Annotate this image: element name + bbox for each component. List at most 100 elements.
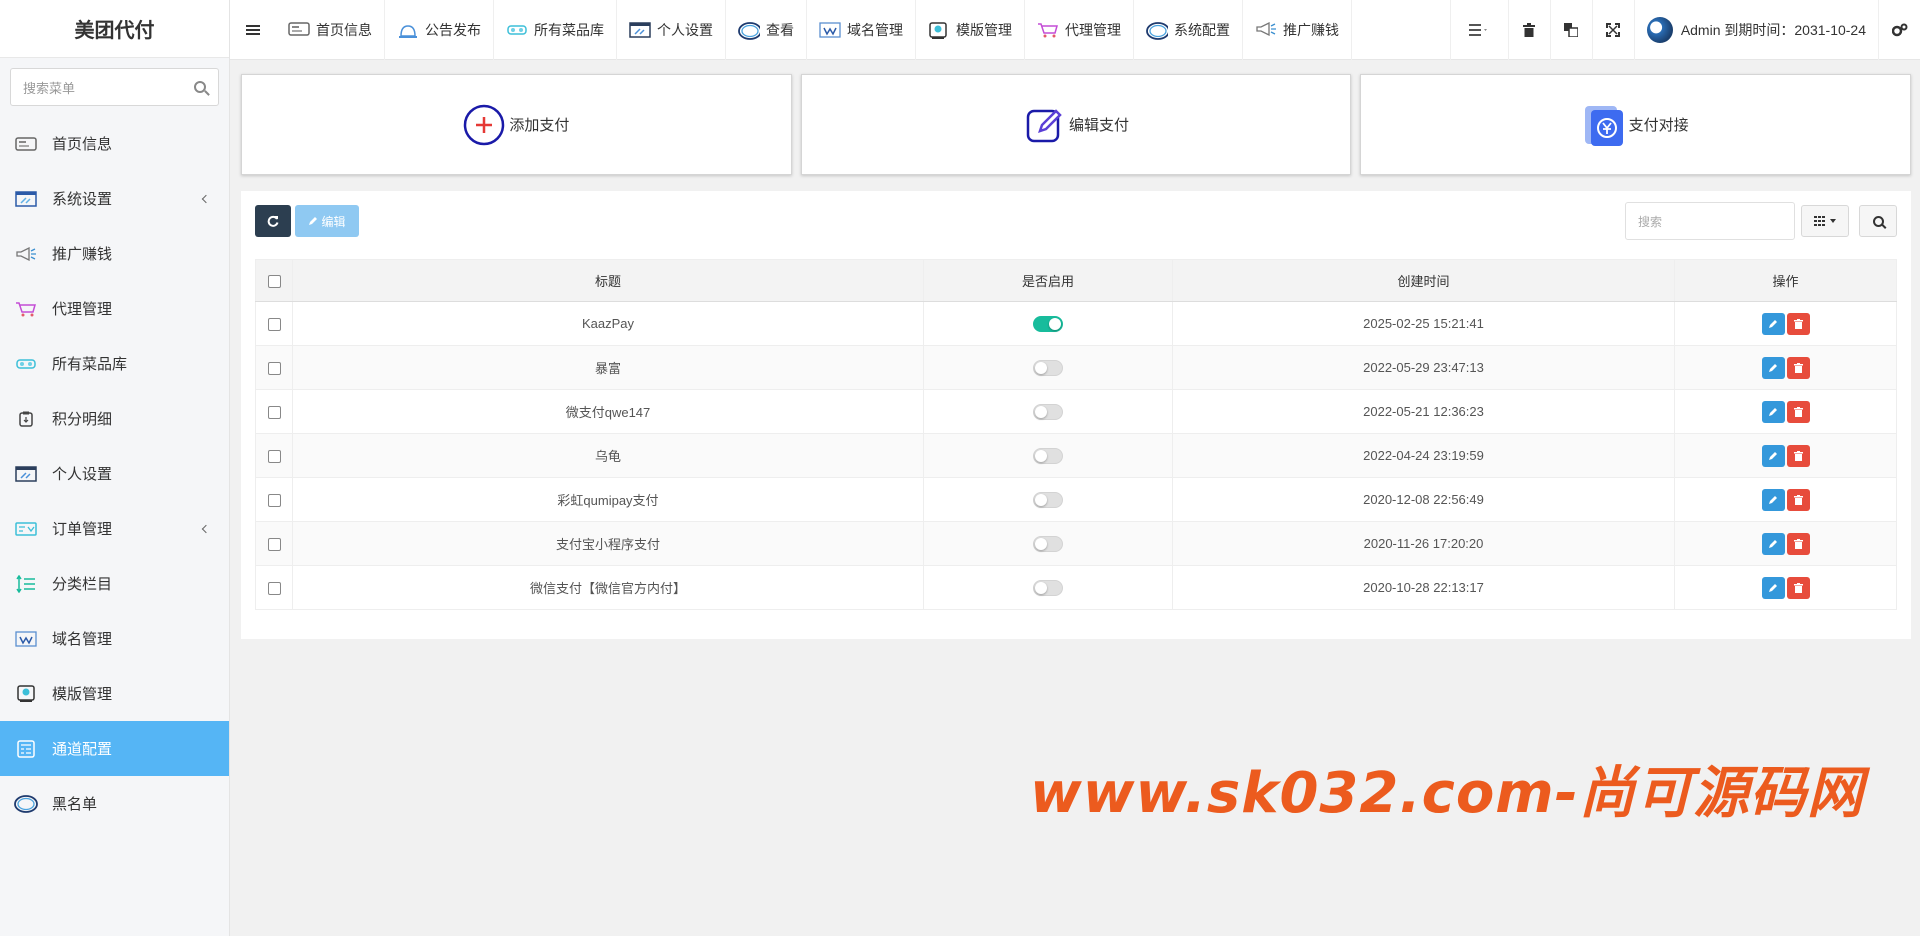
sidebar-search-input[interactable]: 搜索菜单 — [10, 68, 219, 106]
advanced-search-button[interactable] — [1859, 205, 1897, 237]
enabled-toggle[interactable] — [1033, 579, 1063, 596]
sidebar-item-9[interactable]: 域名管理 — [0, 611, 229, 666]
sort-lines-icon — [14, 574, 38, 593]
row-delete-button[interactable] — [1786, 400, 1810, 423]
sidebar-item-2[interactable]: 推广赚钱 — [0, 226, 229, 281]
row-edit-button[interactable] — [1761, 576, 1785, 599]
table-toolbar: 编辑 搜索 — [255, 202, 1897, 240]
sidebar-item-10[interactable]: 模版管理 — [0, 666, 229, 721]
menu-toggle-button[interactable] — [230, 0, 276, 60]
top-nav-item-8[interactable]: 系统配置 — [1134, 0, 1243, 60]
user-menu[interactable]: Admin 到期时间：2031-10-24 — [1633, 0, 1878, 60]
row-checkbox[interactable] — [267, 538, 281, 552]
column-header-enabled[interactable]: 是否启用 — [923, 259, 1173, 302]
row-select-cell — [255, 389, 293, 434]
row-created: 2020-12-08 22:56:49 — [1172, 477, 1675, 522]
top-nav-item-9[interactable]: 推广赚钱 — [1243, 0, 1352, 60]
row-enabled-cell — [923, 433, 1173, 478]
sidebar-item-4[interactable]: 所有菜品库 — [0, 336, 229, 391]
table-row[interactable]: 乌龟 2022-04-24 23:19:59 — [255, 433, 1897, 478]
top-nav-item-3[interactable]: 个人设置 — [617, 0, 726, 60]
row-checkbox[interactable] — [267, 406, 281, 420]
sidebar-item-11[interactable]: 通道配置 — [0, 721, 229, 776]
table-search-input[interactable]: 搜索 — [1625, 202, 1795, 240]
sidebar-item-label: 首页信息 — [52, 136, 113, 153]
column-header-title[interactable]: 标题 — [292, 259, 924, 302]
payment-integration-card[interactable]: 支付对接 — [1360, 74, 1912, 175]
row-delete-button[interactable] — [1786, 312, 1810, 335]
bell-icon — [397, 22, 419, 38]
row-edit-button[interactable] — [1761, 488, 1785, 511]
table-row[interactable]: KaazPay 2025-02-25 15:21:41 — [255, 301, 1897, 346]
top-nav-item-7[interactable]: 代理管理 — [1025, 0, 1134, 60]
row-checkbox[interactable] — [267, 494, 281, 508]
translate-button[interactable] — [1549, 0, 1592, 60]
megaphone-icon — [1255, 21, 1277, 38]
table-row[interactable]: 微支付qwe147 2022-05-21 12:36:23 — [255, 389, 1897, 434]
row-title: 微信支付【微信官方内付】 — [292, 565, 924, 610]
edit-button[interactable]: 编辑 — [295, 205, 359, 237]
sidebar-item-7[interactable]: 订单管理 — [0, 501, 229, 556]
sidebar-item-6[interactable]: 个人设置 — [0, 446, 229, 501]
column-header-created[interactable]: 创建时间 — [1172, 259, 1675, 302]
row-actions — [1674, 389, 1897, 434]
sidebar-item-3[interactable]: 代理管理 — [0, 281, 229, 336]
row-created: 2022-04-24 23:19:59 — [1172, 433, 1675, 478]
chevron-down-icon — [1830, 219, 1836, 223]
row-edit-button[interactable] — [1761, 312, 1785, 335]
row-edit-button[interactable] — [1761, 444, 1785, 467]
clear-cache-button[interactable] — [1507, 0, 1550, 60]
row-edit-button[interactable] — [1761, 400, 1785, 423]
row-delete-button[interactable] — [1786, 488, 1810, 511]
dishes-icon — [506, 22, 528, 38]
row-delete-button[interactable] — [1786, 356, 1810, 379]
select-all-checkbox[interactable] — [267, 275, 281, 289]
table-row[interactable]: 支付宝小程序支付 2020-11-26 17:20:20 — [255, 521, 1897, 566]
edit-payment-card[interactable]: 编辑支付 — [800, 74, 1352, 175]
sidebar-menu: 首页信息系统设置 推广赚钱 代理管理 所有菜品库 积分明细 个人设置 订单管理 分类栏目 域名管… — [0, 116, 229, 831]
top-nav-item-5[interactable]: 域名管理 — [807, 0, 916, 60]
top-nav-item-0[interactable]: 首页信息 — [276, 0, 385, 60]
row-created: 2022-05-21 12:36:23 — [1172, 389, 1675, 434]
settings-button[interactable] — [1878, 0, 1920, 60]
row-checkbox[interactable] — [267, 582, 281, 596]
sidebar-item-12[interactable]: 黑名单 — [0, 776, 229, 831]
row-enabled-cell — [923, 565, 1173, 610]
enabled-toggle[interactable] — [1033, 447, 1063, 464]
sidebar-item-8[interactable]: 分类栏目 — [0, 556, 229, 611]
enabled-toggle[interactable] — [1033, 403, 1063, 420]
row-checkbox[interactable] — [267, 450, 281, 464]
sidebar-item-1[interactable]: 系统设置 — [0, 171, 229, 226]
pencil-icon — [1769, 583, 1777, 592]
sidebar-item-5[interactable]: 积分明细 — [0, 391, 229, 446]
top-nav-item-2[interactable]: 所有菜品库 — [494, 0, 617, 60]
sidebar-item-0[interactable]: 首页信息 — [0, 116, 229, 171]
more-nav-dropdown-button[interactable] — [1449, 0, 1508, 60]
table-row[interactable]: 暴富 2022-05-29 23:47:13 — [255, 345, 1897, 390]
enabled-toggle[interactable] — [1033, 535, 1063, 552]
row-select-cell — [255, 301, 293, 346]
row-actions — [1674, 565, 1897, 610]
enabled-toggle[interactable] — [1033, 359, 1063, 376]
dashboard-icon — [14, 135, 38, 153]
row-delete-button[interactable] — [1786, 532, 1810, 555]
top-nav-item-6[interactable]: 模版管理 — [916, 0, 1025, 60]
row-delete-button[interactable] — [1786, 444, 1810, 467]
add-payment-card[interactable]: 添加支付 — [241, 74, 792, 175]
row-edit-button[interactable] — [1761, 532, 1785, 555]
enabled-toggle[interactable] — [1033, 315, 1063, 332]
columns-dropdown-button[interactable] — [1801, 205, 1849, 237]
top-nav-item-1[interactable]: 公告发布 — [385, 0, 494, 60]
top-nav-item-4[interactable]: 查看 — [726, 0, 807, 60]
enabled-toggle[interactable] — [1033, 491, 1063, 508]
row-delete-button[interactable] — [1786, 576, 1810, 599]
top-nav-label: 首页信息 — [316, 21, 372, 38]
row-edit-button[interactable] — [1761, 356, 1785, 379]
fullscreen-button[interactable] — [1591, 0, 1634, 60]
row-checkbox[interactable] — [267, 362, 281, 376]
refresh-button[interactable] — [255, 205, 291, 237]
table-row[interactable]: 彩虹qumipay支付 2020-12-08 22:56:49 — [255, 477, 1897, 522]
table-row[interactable]: 微信支付【微信官方内付】 2020-10-28 22:13:17 — [255, 565, 1897, 610]
sidebar: 美团代付 搜索菜单 首页信息 系统设置 推广赚钱 代理管理 所有菜品库 积分明细 个人设置订… — [0, 0, 230, 936]
row-checkbox[interactable] — [267, 318, 281, 332]
